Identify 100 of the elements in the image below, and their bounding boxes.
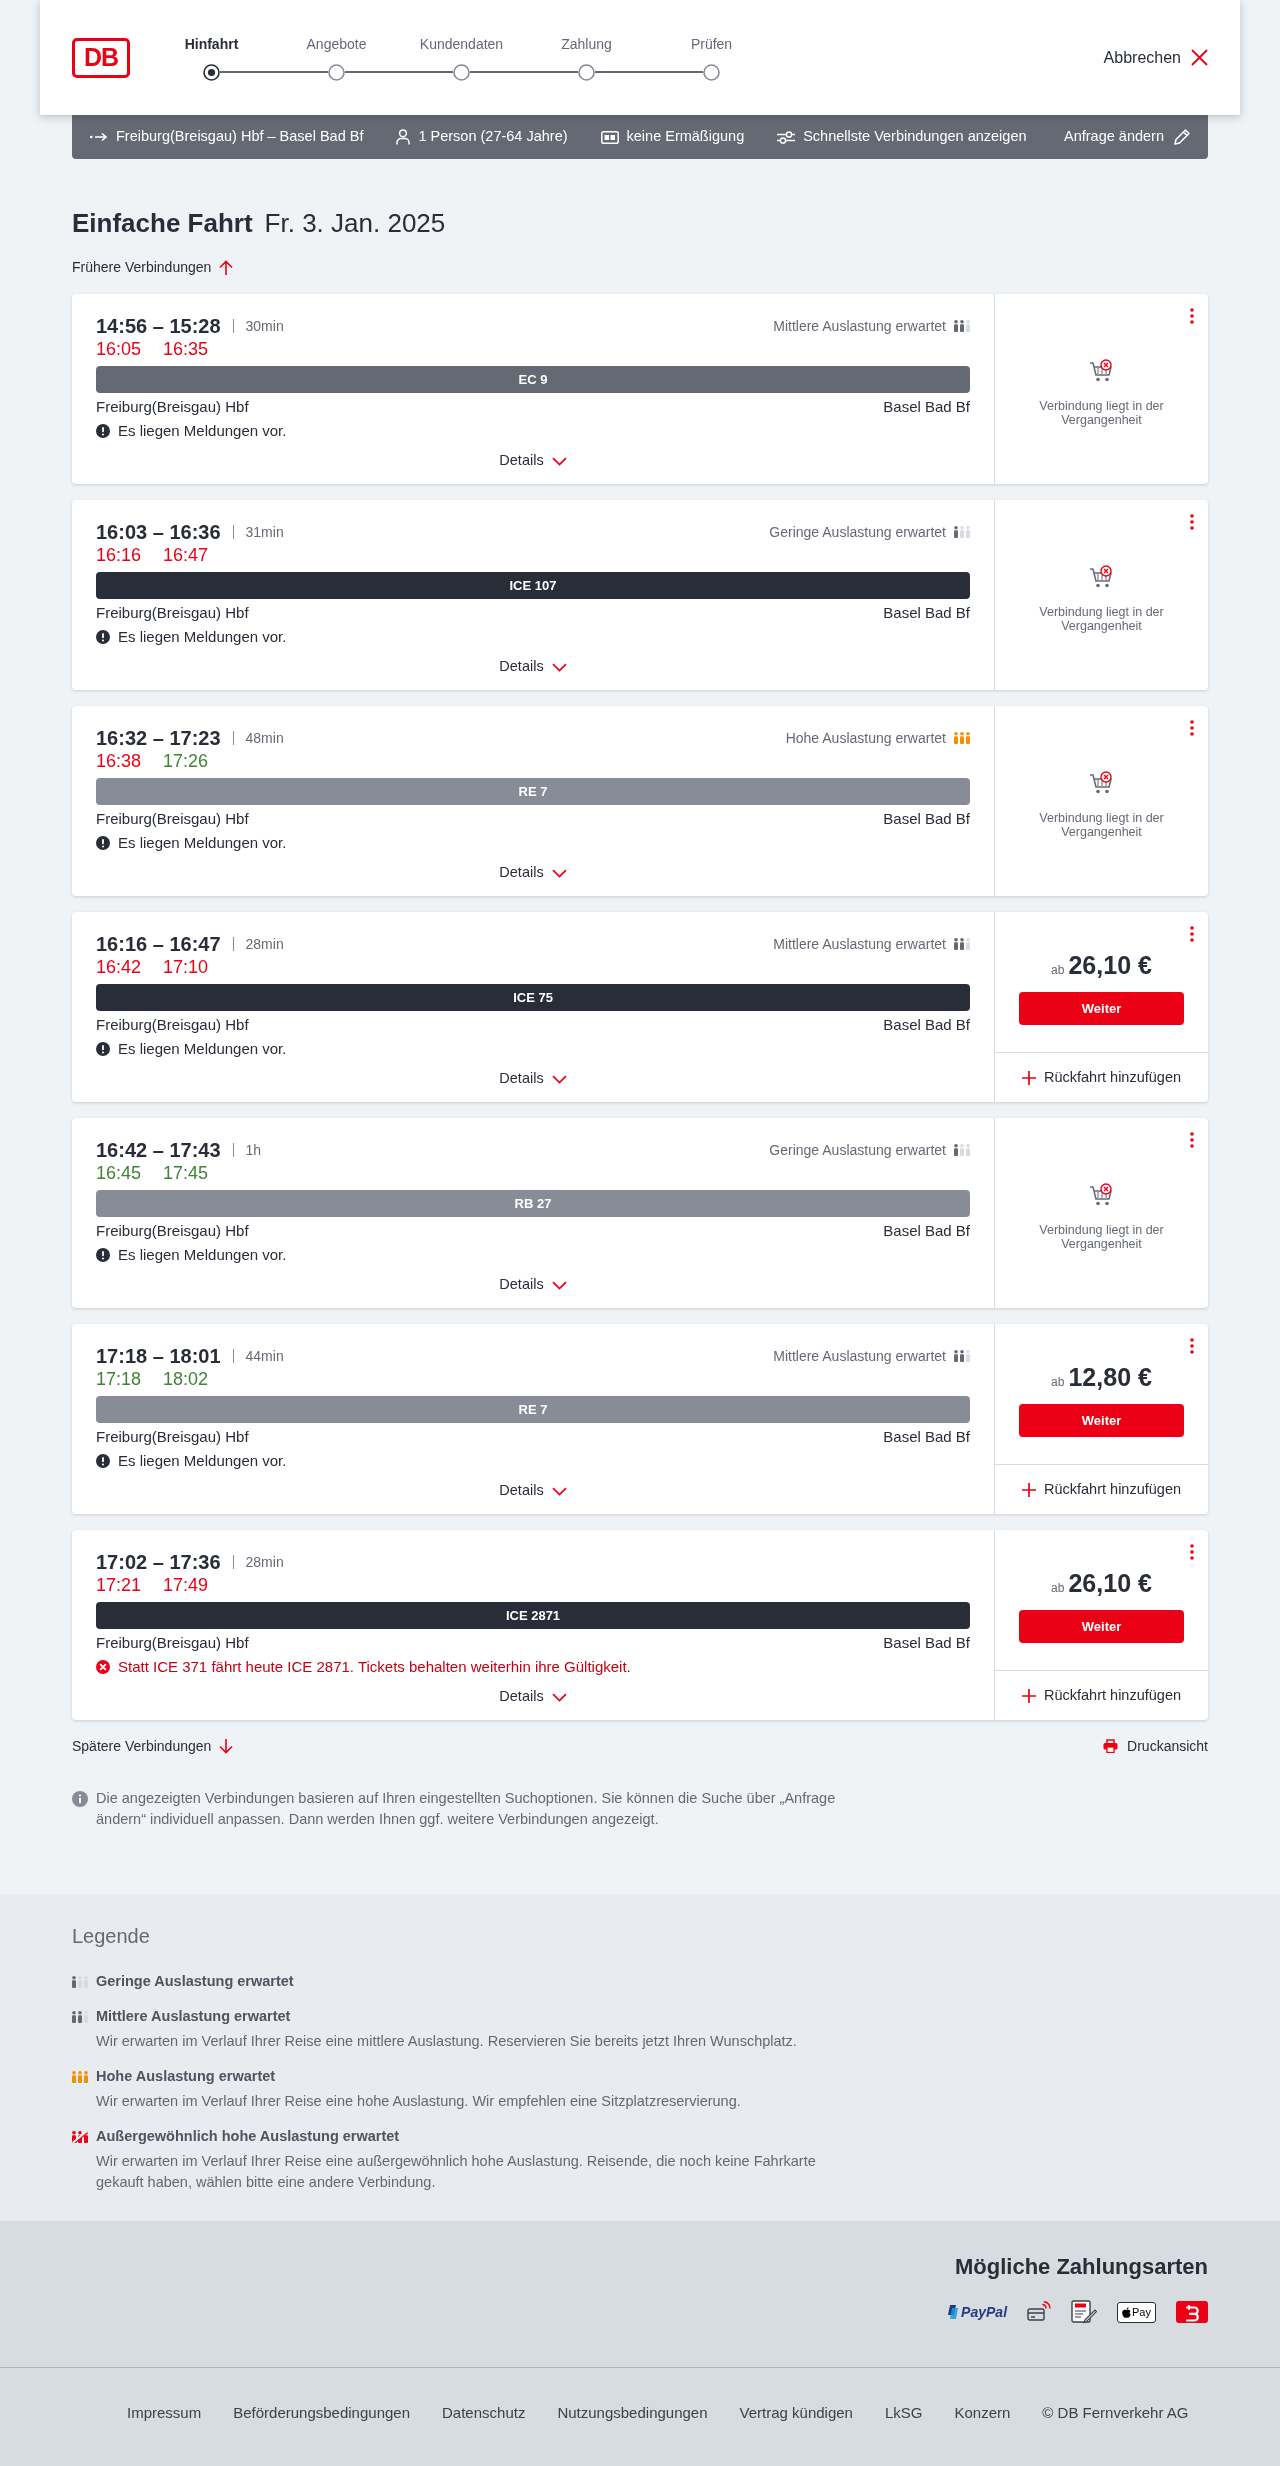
footer-link[interactable]: Nutzungsbedingungen	[557, 2401, 708, 2425]
realtime-time: 16:05	[96, 338, 142, 360]
duration: 28min	[245, 934, 284, 954]
footer-link[interactable]: Impressum	[127, 2401, 202, 2425]
route-summary: Freiburg(Breisgau) Hbf – Basel Bad Bf	[116, 127, 364, 147]
more-options-icon[interactable]	[1190, 308, 1194, 324]
realtime-time: 17:21	[96, 1574, 142, 1596]
realtime-time: 16:42	[96, 956, 142, 978]
duration: 44min	[245, 1346, 284, 1366]
people-icon	[72, 2131, 88, 2143]
duration: 48min	[245, 728, 284, 748]
arrival-station: Basel Bad Bf	[883, 396, 970, 417]
chevron-down-icon	[551, 1692, 567, 1702]
train-bar: RB 27	[96, 1190, 970, 1217]
more-options-icon[interactable]	[1190, 926, 1194, 942]
contactless-card-icon	[1027, 2301, 1052, 2323]
footer-link[interactable]: Vertrag kündigen	[739, 2401, 853, 2425]
more-options-icon[interactable]	[1190, 1338, 1194, 1354]
realtime-time: 16:35	[163, 338, 209, 360]
departure-station: Freiburg(Breisgau) Hbf	[96, 1426, 249, 1447]
more-options-icon[interactable]	[1190, 1544, 1194, 1560]
connection-message: Es liegen Meldungen vor.	[118, 1244, 287, 1265]
legend-item-description: Wir erwarten im Verlauf Ihrer Reise eine hohe Auslastung. Wir empfehlen eine Sitzplatzreservierung.	[96, 2092, 742, 2111]
people-icon	[954, 938, 970, 950]
footer-link[interactable]: Konzern	[954, 2401, 1011, 2425]
legend-item-title: Hohe Auslastung erwartet	[96, 2067, 276, 2087]
earlier-connections-link[interactable]: Frühere Verbindungen	[72, 256, 234, 278]
step-label: Zahlung	[561, 34, 612, 53]
footer-link[interactable]: Beförderungsbedingungen	[233, 2401, 410, 2425]
arrival-station: Basel Bad Bf	[883, 1426, 970, 1447]
page-title: Einfache Fahrt	[72, 207, 253, 239]
travellers-summary: 1 Person (27-64 Jahre)	[418, 127, 568, 147]
details-button[interactable]: Details	[499, 1069, 567, 1089]
sliders-icon	[777, 130, 796, 144]
cart-cross-icon	[1088, 1183, 1115, 1207]
travel-date: Fr. 3. Jan. 2025	[264, 207, 446, 239]
alert-icon	[96, 836, 110, 850]
connection-message: Es liegen Meldungen vor.	[118, 1038, 287, 1059]
arrival-station: Basel Bad Bf	[883, 602, 970, 623]
add-return-trip-button[interactable]: Rückfahrt hinzufügen	[1022, 1478, 1181, 1501]
more-options-icon[interactable]	[1190, 720, 1194, 736]
details-button[interactable]: Details	[499, 863, 567, 883]
price: 26,10 €	[1068, 1568, 1152, 1598]
details-button[interactable]: Details	[499, 1481, 567, 1501]
price: 12,80 €	[1068, 1362, 1152, 1392]
card-icon	[600, 130, 619, 144]
occupancy-label: Hohe Auslastung erwartet	[785, 728, 946, 748]
brand-logo[interactable]: DB	[72, 37, 130, 78]
past-connection-note: Verbindung liegt in der Vergangenheit	[1038, 811, 1165, 839]
step-label: Prüfen	[690, 34, 733, 53]
info-note: Die angezeigten Verbindungen basieren auf Ihren eingestellten Suchoptionen. Sie können die Suche über „Anfrage ändern“ individuell anpassen. Dann werden Ihnen ggf. weitere Verbindungen angezeigt.	[96, 1789, 837, 1829]
print-view-link[interactable]: Druckansicht	[1103, 1735, 1208, 1757]
departure-station: Freiburg(Breisgau) Hbf	[96, 808, 249, 829]
cancel-button[interactable]: Abbrechen	[1103, 45, 1208, 70]
step-label: Kundendaten	[419, 34, 504, 53]
train-bar: ICE 75	[96, 984, 970, 1011]
occupancy-label: Mittlere Auslastung erwartet	[773, 316, 946, 336]
details-button[interactable]: Details	[499, 1275, 567, 1295]
payment-title: Mögliche Zahlungsarten	[954, 2253, 1208, 2281]
departure-station: Freiburg(Breisgau) Hbf	[96, 1632, 249, 1653]
details-label: Details	[499, 863, 544, 883]
continue-button[interactable]: Weiter	[1019, 1610, 1184, 1643]
train-bar: EC 9	[96, 366, 970, 393]
edit-request-button[interactable]: Anfrage ändern	[1064, 126, 1190, 148]
realtime-time: 17:18	[96, 1368, 142, 1390]
continue-button[interactable]: Weiter	[1019, 992, 1184, 1025]
arrival-station: Basel Bad Bf	[883, 1220, 970, 1241]
details-button[interactable]: Details	[499, 657, 567, 677]
occupancy-label: Geringe Auslastung erwartet	[769, 1140, 946, 1160]
occupancy-label: Geringe Auslastung erwartet	[769, 522, 946, 542]
footer-link[interactable]: Datenschutz	[442, 2401, 526, 2425]
more-options-icon[interactable]	[1190, 1132, 1194, 1148]
printer-icon	[1103, 1739, 1119, 1753]
more-options-icon[interactable]	[1190, 514, 1194, 530]
payment-logo-icon	[1176, 2301, 1208, 2323]
duration: 31min	[245, 522, 284, 542]
realtime-time: 16:16	[96, 544, 142, 566]
plus-icon	[1022, 1070, 1036, 1085]
departure-station: Freiburg(Breisgau) Hbf	[96, 602, 249, 623]
details-button[interactable]: Details	[499, 1687, 567, 1707]
add-return-trip-label: Rückfahrt hinzufügen	[1044, 1067, 1181, 1087]
add-return-trip-button[interactable]: Rückfahrt hinzufügen	[1022, 1066, 1181, 1089]
continue-button[interactable]: Weiter	[1019, 1404, 1184, 1437]
departure-station: Freiburg(Breisgau) Hbf	[96, 1220, 249, 1241]
person-icon	[396, 129, 411, 145]
duration: 28min	[245, 1552, 284, 1572]
details-button[interactable]: Details	[499, 451, 567, 471]
details-label: Details	[499, 1275, 544, 1295]
departure-station: Freiburg(Breisgau) Hbf	[96, 396, 249, 417]
planned-times: 16:42 – 17:43	[96, 1138, 221, 1162]
sorting-summary: Schnellste Verbindungen anzeigen	[803, 127, 1027, 147]
later-connections-link[interactable]: Spätere Verbindungen	[72, 1735, 234, 1757]
cart-cross-icon	[1088, 565, 1115, 589]
add-return-trip-label: Rückfahrt hinzufügen	[1044, 1479, 1181, 1499]
arrival-station: Basel Bad Bf	[883, 808, 970, 829]
add-return-trip-button[interactable]: Rückfahrt hinzufügen	[1022, 1684, 1181, 1707]
realtime-time: 18:02	[163, 1368, 209, 1390]
footer-link[interactable]: LkSG	[884, 2401, 923, 2425]
plus-icon	[1022, 1482, 1036, 1497]
price: 26,10 €	[1068, 950, 1152, 980]
